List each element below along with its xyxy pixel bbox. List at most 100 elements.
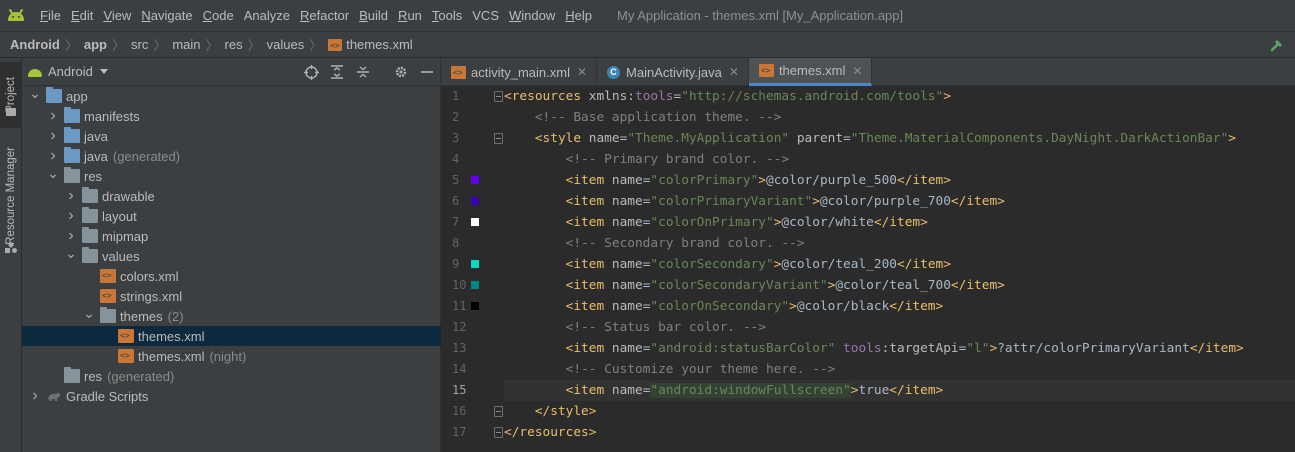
color-swatch-icon[interactable] (471, 218, 479, 226)
tree-item[interactable]: ⌄ themes (2) (22, 303, 441, 326)
color-swatch-icon[interactable] (471, 302, 479, 310)
menu-item-view[interactable]: View (98, 0, 136, 31)
menu-item-refactor[interactable]: Refactor (295, 0, 354, 31)
collapse-all-icon[interactable] (354, 63, 372, 81)
editor-tab[interactable]: C MainActivity.java ✕ (597, 58, 749, 86)
menu-item-code[interactable]: Code (198, 0, 239, 31)
menu-item-window[interactable]: Window (504, 0, 560, 31)
breadcrumb-separator-icon: 〉 (309, 39, 323, 54)
code-line[interactable]: <item name="colorPrimary">@color/purple_… (504, 170, 1295, 191)
color-swatch-icon[interactable] (471, 260, 479, 268)
breadcrumb: Android 〉 app 〉 src 〉 main 〉 res 〉 values 〉 themes.x… (0, 31, 1295, 58)
chevron-right-icon[interactable]: › (64, 206, 78, 226)
breadcrumb-item[interactable]: themes.xml (328, 37, 413, 52)
hammer-icon[interactable] (1269, 37, 1285, 53)
menu-item-edit[interactable]: Edit (66, 0, 98, 31)
breadcrumb-item[interactable]: app (84, 37, 107, 52)
code-line[interactable]: </style> (504, 401, 1295, 422)
menu-item-tools[interactable]: Tools (427, 0, 467, 31)
code-line[interactable]: <!-- Base application theme. --> (504, 107, 1295, 128)
tree-item[interactable]: › layout (22, 206, 441, 226)
tree-item[interactable]: › java (22, 126, 441, 146)
color-swatch-icon[interactable] (471, 197, 479, 205)
chevron-right-icon[interactable]: › (46, 126, 60, 146)
code-line[interactable]: <item name="android:statusBarColor" tool… (504, 338, 1295, 359)
tree-item[interactable]: › java (generated) (22, 146, 441, 166)
chevron-down-icon[interactable]: ⌄ (28, 83, 42, 103)
gutter: 1 2 3 4 5 6 7 8 9 10 11 12 13 14 15 16 17 (441, 86, 503, 443)
editor-tabs: activity_main.xml✕CMainActivity.java✕the… (441, 58, 1295, 86)
breadcrumb-item[interactable]: res (225, 37, 243, 52)
menu-item-run[interactable]: Run (393, 0, 427, 31)
breadcrumb-item[interactable]: src (131, 37, 148, 52)
tree-item[interactable]: ⌄ res (22, 163, 441, 186)
fold-marker-icon[interactable] (494, 91, 503, 102)
gear-icon[interactable] (392, 63, 410, 81)
editor-tab[interactable]: activity_main.xml ✕ (441, 58, 598, 86)
code-line[interactable]: <!-- Primary brand color. --> (504, 149, 1295, 170)
chevron-down-icon[interactable]: ⌄ (46, 163, 60, 183)
tree-item[interactable]: ⌄ app (22, 83, 441, 106)
breadcrumb-item[interactable]: values (267, 37, 305, 52)
code-line[interactable]: <item name="android:windowFullscreen">tr… (504, 380, 1295, 401)
code-line[interactable]: <resources xmlns:tools="http://schemas.a… (504, 86, 1295, 107)
line-number: 3 (441, 128, 503, 149)
chevron-down-icon[interactable]: ⌄ (64, 243, 78, 263)
code-line[interactable]: <style name="Theme.MyApplication" parent… (504, 128, 1295, 149)
tree-item[interactable]: › Gradle Scripts (22, 386, 441, 406)
tree-item[interactable]: › manifests (22, 106, 441, 126)
chevron-right-icon[interactable]: › (46, 106, 60, 126)
tree-item[interactable]: themes.xml(night) (22, 346, 441, 366)
color-swatch-icon[interactable] (471, 281, 479, 289)
expand-all-icon[interactable] (328, 63, 346, 81)
xml-file-icon (100, 289, 116, 303)
tree-item[interactable]: › drawable (22, 186, 441, 206)
fold-marker-icon[interactable] (494, 427, 503, 438)
menu-item-file[interactable]: File (35, 0, 66, 31)
fold-marker-icon[interactable] (494, 133, 503, 144)
code-line[interactable]: <item name="colorOnSecondary">@color/bla… (504, 296, 1295, 317)
code-line[interactable]: <item name="colorOnPrimary">@color/white… (504, 212, 1295, 233)
android-icon (28, 66, 42, 77)
window-title: My Application - themes.xml [My_Applicat… (617, 8, 904, 23)
fold-marker-icon[interactable] (494, 406, 503, 417)
tree-item[interactable]: colors.xml (22, 266, 441, 286)
chevron-right-icon[interactable]: › (28, 386, 42, 406)
minimize-icon[interactable] (418, 63, 436, 81)
close-icon[interactable]: ✕ (729, 65, 739, 79)
tree-item[interactable]: › mipmap (22, 226, 441, 246)
tool-tab-resource-manager[interactable]: Resource Manager (0, 138, 22, 254)
chevron-right-icon[interactable]: › (64, 186, 78, 206)
chevron-down-icon[interactable]: ⌄ (82, 303, 96, 323)
code-line[interactable]: <!-- Status bar color. --> (504, 317, 1295, 338)
menu-item-vcs[interactable]: VCS (467, 0, 504, 31)
editor-tab[interactable]: themes.xml ✕ (748, 58, 873, 86)
line-number: 17 (441, 422, 503, 443)
menu-item-analyze[interactable]: Analyze (239, 0, 295, 31)
code-line[interactable]: <item name="colorSecondaryVariant">@colo… (504, 275, 1295, 296)
tree-item[interactable]: themes.xml (22, 326, 441, 346)
tree-item[interactable]: ⌄ values (22, 243, 441, 266)
menu-item-navigate[interactable]: Navigate (136, 0, 197, 31)
menu-item-build[interactable]: Build (354, 0, 393, 31)
breadcrumb-item[interactable]: Android (10, 37, 60, 52)
tree-item[interactable]: res (generated) (22, 366, 441, 386)
code-line[interactable]: <!-- Secondary brand color. --> (504, 233, 1295, 254)
code-lines[interactable]: <resources xmlns:tools="http://schemas.a… (504, 86, 1295, 443)
close-icon[interactable]: ✕ (852, 64, 862, 78)
tool-tab-project[interactable]: Project (0, 62, 22, 128)
menu-item-help[interactable]: Help (560, 0, 597, 31)
code-line[interactable]: <item name="colorPrimaryVariant">@color/… (504, 191, 1295, 212)
close-icon[interactable]: ✕ (577, 65, 587, 79)
code-line[interactable]: </resources> (504, 422, 1295, 443)
tree-item-label: strings.xml (120, 288, 183, 304)
code-line[interactable]: <!-- Customize your theme here. --> (504, 359, 1295, 380)
breadcrumb-item[interactable]: main (172, 37, 200, 52)
view-mode-dropdown[interactable]: Android (48, 64, 93, 79)
code-line[interactable]: <item name="colorSecondary">@color/teal_… (504, 254, 1295, 275)
locate-icon[interactable] (302, 63, 320, 81)
color-swatch-icon[interactable] (471, 176, 479, 184)
line-number: 11 (441, 296, 501, 317)
gradle-icon (46, 389, 62, 403)
chevron-down-icon[interactable] (99, 69, 108, 74)
